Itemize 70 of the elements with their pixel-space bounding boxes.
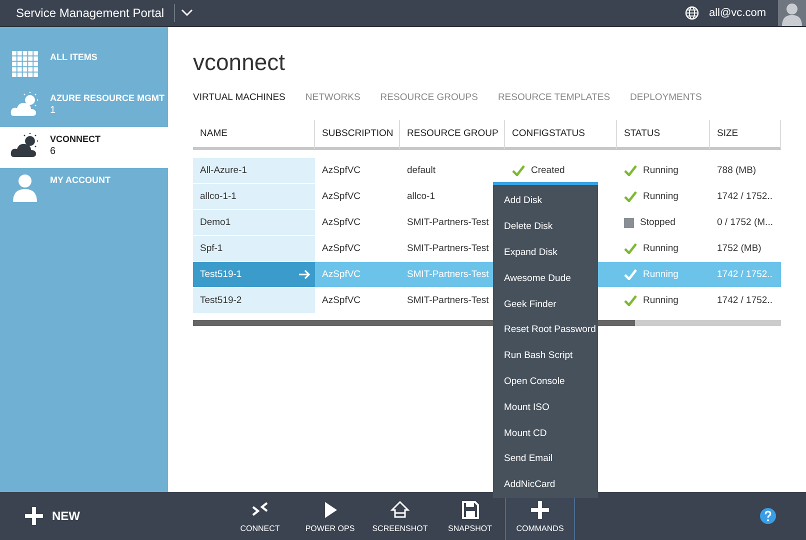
house-icon (390, 500, 410, 520)
menu-item[interactable]: Run Bash Script (493, 342, 598, 369)
grid-icon (10, 49, 40, 79)
menu-item[interactable]: Reset Root Password (493, 316, 598, 343)
tab[interactable]: RESOURCE GROUPS (380, 92, 478, 103)
column-header[interactable]: SUBSCRIPTION (315, 120, 400, 150)
item-count: 1 (50, 105, 57, 116)
tab[interactable]: NETWORKS (305, 92, 360, 103)
sidebar-label: MY ACCOUNT (50, 175, 110, 185)
menu-item[interactable]: Mount CD (493, 420, 598, 446)
table-cell: Running (643, 243, 678, 254)
new-button[interactable]: NEW (0, 492, 190, 540)
column-header[interactable]: CONFIGSTATUS (505, 120, 617, 150)
check-icon (624, 269, 637, 280)
table-cell[interactable]: Test519-2 (193, 288, 315, 314)
save-icon (460, 500, 480, 520)
tab[interactable]: DEPLOYMENTS (630, 92, 702, 103)
plus-icon (24, 506, 44, 526)
table-cell: Stopped (640, 217, 676, 228)
column-header[interactable]: RESOURCE GROUP (400, 120, 505, 150)
table-cell: Running (643, 295, 678, 306)
stop-icon (624, 218, 634, 228)
check-icon (624, 243, 637, 254)
table-cell: AzSpfVC (315, 210, 400, 236)
tab[interactable]: VIRTUAL MACHINES (193, 92, 286, 103)
command-button[interactable]: SCREENSHOT (365, 492, 435, 540)
table-cell[interactable]: All-Azure-1 (193, 158, 315, 184)
page-title: vconnect (193, 49, 286, 76)
chevron-down-icon[interactable] (181, 9, 193, 17)
table-cell[interactable]: Demo1 (193, 210, 315, 236)
table-cell: Created (531, 165, 565, 176)
arrow-right-icon[interactable] (298, 269, 311, 280)
table-cell[interactable]: Spf-1 (193, 236, 315, 262)
menu-item[interactable]: Mount ISO (493, 394, 598, 420)
command-button[interactable]: POWER OPS (295, 492, 365, 540)
plus-icon (530, 500, 550, 520)
table-cell: AzSpfVC (315, 262, 400, 288)
column-header[interactable]: STATUS (617, 120, 710, 150)
table-cell: Running (643, 191, 678, 202)
check-icon (624, 165, 637, 176)
help-icon[interactable] (760, 508, 776, 524)
sidebar-label: AZURE RESOURCE MGMT (50, 93, 164, 103)
column-header[interactable]: SIZE (710, 120, 781, 150)
column-header[interactable]: NAME (193, 120, 315, 150)
portal-title: Service Management Portal (15, 6, 166, 20)
check-icon (624, 295, 637, 306)
menu-item[interactable]: Send Email (493, 446, 598, 472)
table-cell: Running (643, 165, 678, 176)
check-icon (512, 165, 525, 176)
menu-item[interactable]: Open Console (493, 368, 598, 394)
sidebar-label: VCONNECT (50, 134, 101, 144)
item-count: 6 (50, 146, 57, 157)
table-cell: AzSpfVC (315, 288, 400, 314)
table-cell: 1742 / 1752.. (710, 288, 781, 314)
tab[interactable]: RESOURCE TEMPLATES (498, 92, 610, 103)
sidebar-label: ALL ITEMS (50, 52, 98, 62)
table-cell: Running (643, 269, 678, 280)
table-cell: 0 / 1752 (M... (710, 210, 781, 236)
table-cell: AzSpfVC (315, 158, 400, 184)
person-icon (10, 172, 40, 202)
check-icon (624, 191, 637, 202)
globe-icon[interactable] (684, 6, 699, 20)
table-cell: 1742 / 1752.. (710, 262, 781, 288)
table-cell[interactable]: allco-1-1 (193, 184, 315, 210)
table-cell: AzSpfVC (315, 184, 400, 210)
command-button[interactable]: CONNECT (225, 492, 295, 540)
user-email[interactable]: all@vc.com (708, 7, 766, 19)
table-cell: 788 (MB) (710, 158, 781, 184)
table-cell: 1742 / 1752.. (710, 184, 781, 210)
sidebar-item[interactable]: VCONNECT 6 (0, 127, 168, 168)
